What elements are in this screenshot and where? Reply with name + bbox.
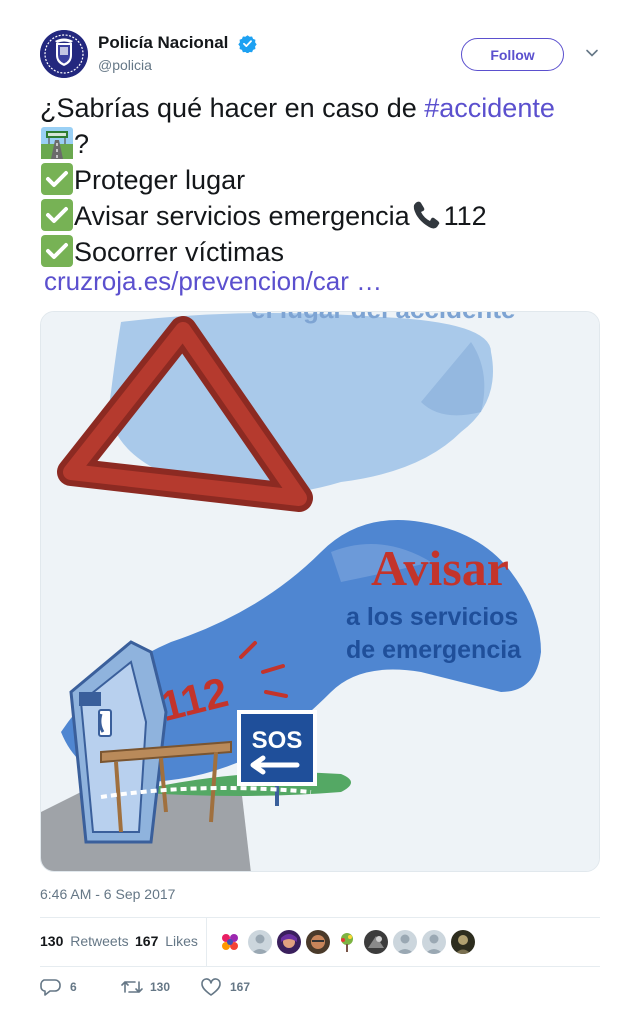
tweet-media-image[interactable]: el lugar del accidente Avisar a los serv… xyxy=(40,311,600,872)
tweet-line-3: Proteger lugar xyxy=(40,162,600,198)
hashtag-link[interactable]: #accidente xyxy=(424,93,555,123)
avatar[interactable] xyxy=(277,930,301,954)
reply-count: 6 xyxy=(70,980,77,994)
avatar[interactable] xyxy=(248,930,272,954)
tweet-link[interactable]: cruzroja.es/prevencion/car … xyxy=(44,266,382,297)
retweets-stat[interactable]: 130 Retweets xyxy=(40,933,129,949)
tweet-stats: 130 Retweets 167 Likes xyxy=(40,917,600,967)
retweet-button[interactable]: 130 xyxy=(120,976,190,998)
display-name[interactable]: Policía Nacional xyxy=(98,33,228,53)
author-block[interactable]: Policía Nacional @policia xyxy=(98,33,257,73)
tweet-text-fragment: Socorrer víctimas xyxy=(74,237,285,267)
retweets-count: 130 xyxy=(40,933,64,949)
tweet-actions: 6 130 167 xyxy=(40,976,600,1000)
chevron-down-icon[interactable] xyxy=(585,46,599,60)
motorway-icon xyxy=(41,127,73,159)
media-heading: Avisar xyxy=(371,540,509,596)
avatar[interactable] xyxy=(451,930,475,954)
tweet-text-fragment: 112 xyxy=(443,201,487,231)
likes-label: Likes xyxy=(165,933,198,949)
like-button[interactable]: 167 xyxy=(200,976,270,998)
tweet-text-fragment: Proteger lugar xyxy=(74,165,246,195)
avatar[interactable] xyxy=(335,930,359,954)
retweet-count: 130 xyxy=(150,980,171,994)
stats-divider xyxy=(206,918,207,966)
avatar[interactable] xyxy=(422,930,446,954)
check-mark-button-icon xyxy=(41,199,73,231)
reply-button[interactable]: 6 xyxy=(40,976,100,998)
avatar[interactable] xyxy=(364,930,388,954)
like-count: 167 xyxy=(230,980,251,994)
retweets-label: Retweets xyxy=(70,933,129,949)
check-mark-button-icon xyxy=(41,163,73,195)
verified-badge-icon xyxy=(238,34,257,53)
heart-icon xyxy=(201,978,221,996)
tweet-line-2: ? xyxy=(40,126,600,162)
avatar[interactable] xyxy=(393,930,417,954)
media-sign: SOS xyxy=(252,727,303,754)
tweet-text: ¿Sabrías qué hacer en caso de #accidente… xyxy=(40,90,600,270)
media-subheading-2: de emergencia xyxy=(346,636,522,664)
tweet-line-5: Socorrer víctimas xyxy=(40,234,600,270)
likes-count: 167 xyxy=(135,933,159,949)
police-emblem-icon[interactable] xyxy=(40,30,88,78)
telephone-receiver-icon xyxy=(413,201,439,229)
tweet-line-1: ¿Sabrías qué hacer en caso de #accidente xyxy=(40,90,600,126)
accident-illustration: el lugar del accidente Avisar a los serv… xyxy=(41,312,599,871)
avatar[interactable] xyxy=(218,930,242,954)
avatar[interactable] xyxy=(306,930,330,954)
tweet-line-4: Avisar servicios emergencia 112 xyxy=(40,198,600,234)
likes-stat[interactable]: 167 Likes xyxy=(135,933,198,949)
handle[interactable]: @policia xyxy=(98,57,257,73)
tweet-header: Policía Nacional @policia Follow xyxy=(40,30,604,82)
check-mark-button-icon xyxy=(41,235,73,267)
tweet-text-fragment: Avisar servicios emergencia xyxy=(74,201,410,231)
tweet-text-fragment: ? xyxy=(74,129,90,159)
tweet-text-fragment: ¿Sabrías qué hacer en caso de xyxy=(40,93,425,123)
follow-button[interactable]: Follow xyxy=(461,38,564,71)
retweet-icon xyxy=(121,981,143,993)
media-subheading-1: a los servicios xyxy=(346,603,518,631)
media-top-text: el lugar del accidente xyxy=(251,312,515,324)
reply-icon xyxy=(40,979,61,996)
tweet-timestamp[interactable]: 6:46 AM - 6 Sep 2017 xyxy=(40,886,175,902)
